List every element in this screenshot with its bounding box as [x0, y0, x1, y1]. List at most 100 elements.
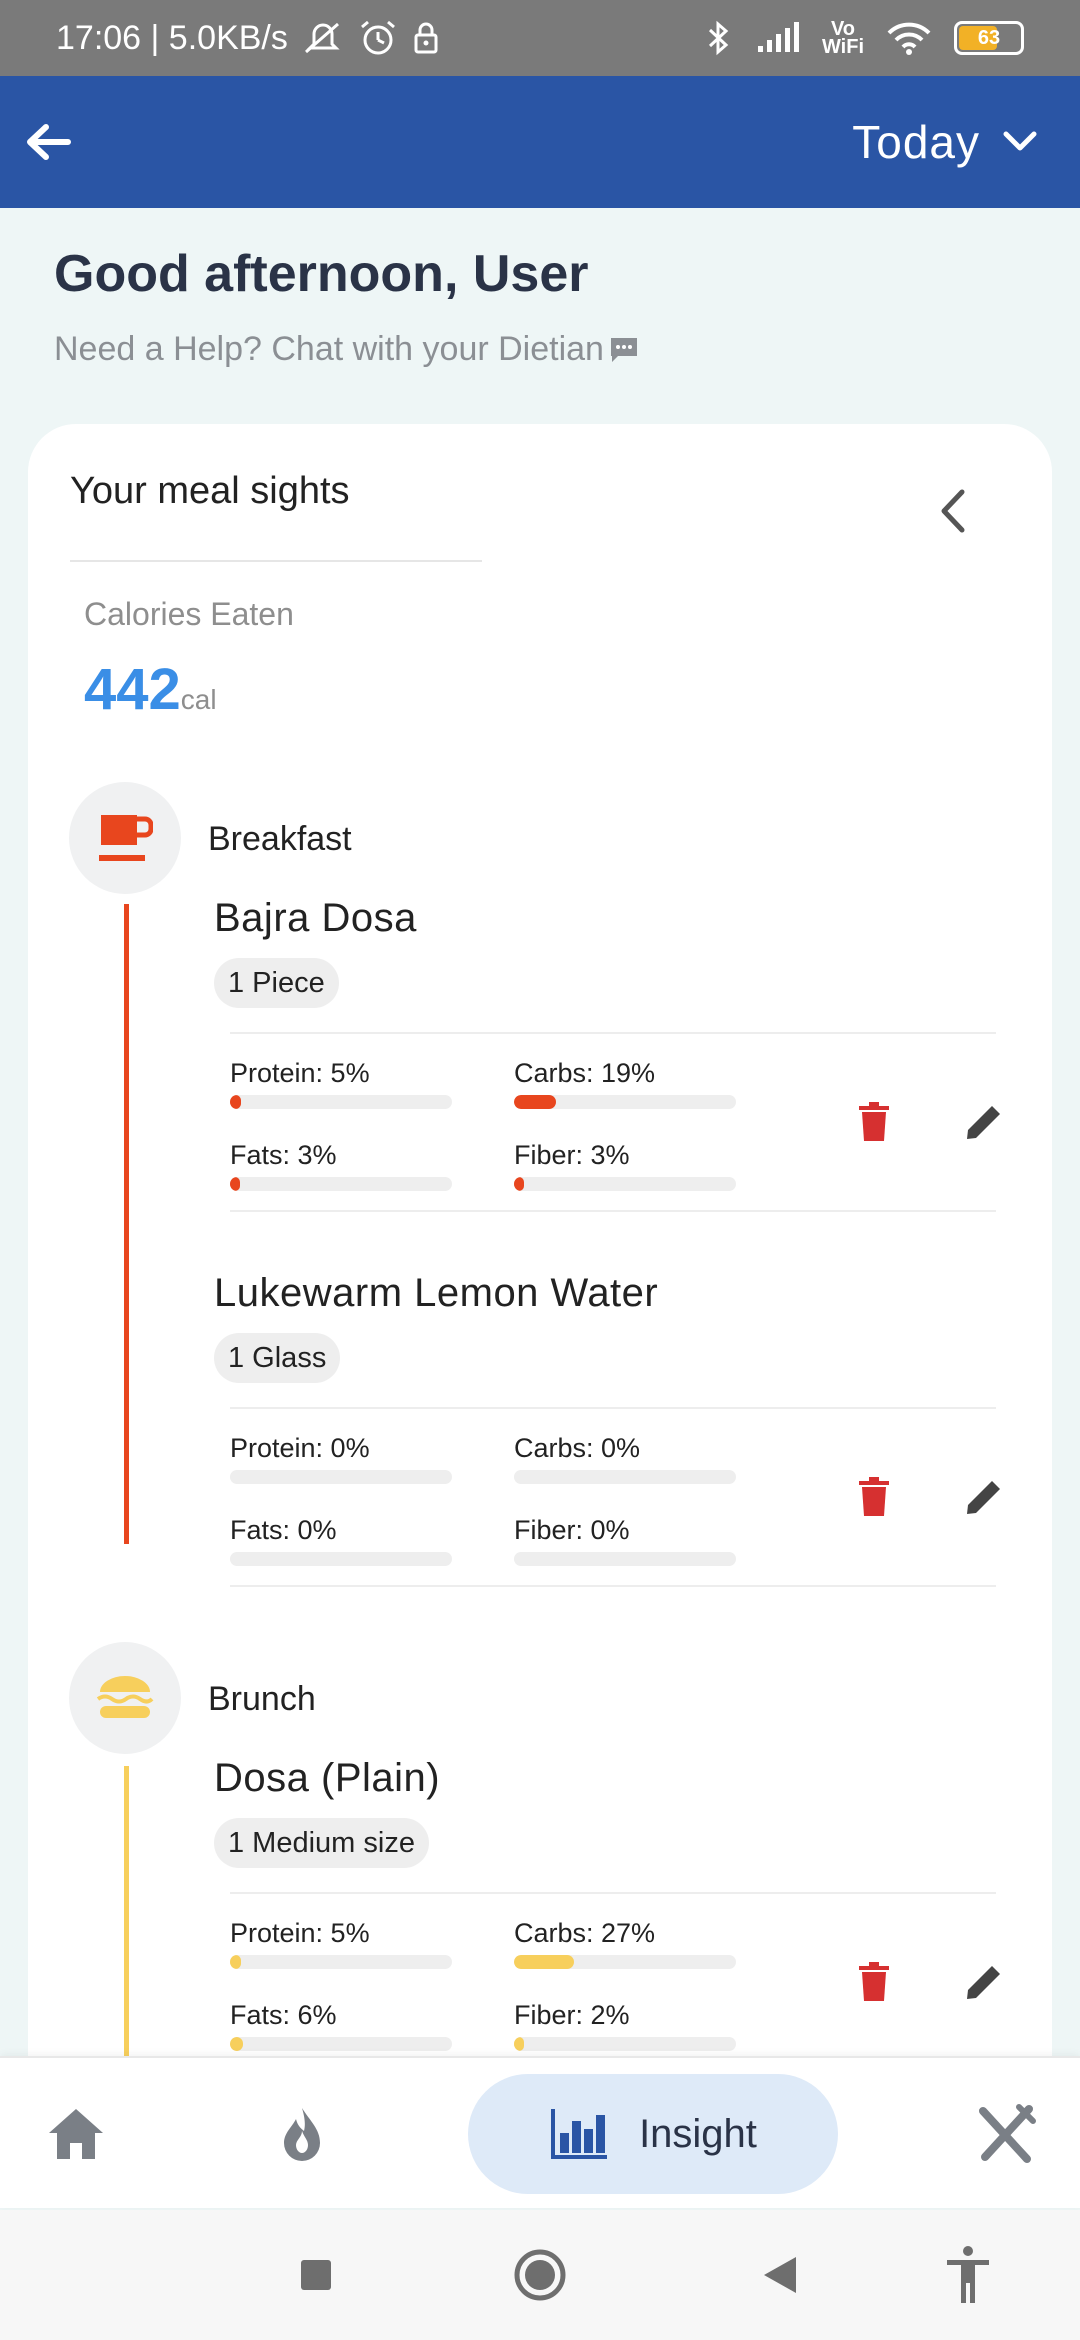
fats-stat: Fats: 0% — [230, 1515, 452, 1566]
back-button[interactable] — [20, 114, 76, 170]
trash-icon — [859, 1962, 889, 2001]
fats-bar — [230, 1552, 452, 1566]
bar-fill — [514, 1955, 574, 1969]
carbs-label: Carbs: 27% — [514, 1918, 656, 1948]
fiber-bar — [514, 1552, 736, 1566]
bar-fill — [514, 1095, 557, 1109]
fiber-bar — [514, 2037, 736, 2051]
recents-button[interactable] — [276, 2210, 356, 2340]
fiber-stat: Fiber: 2% — [514, 2000, 736, 2051]
nav-insight-label: Insight — [639, 2111, 757, 2156]
system-navigation — [0, 2210, 1080, 2340]
fork-knife-icon — [979, 2104, 1036, 2163]
status-time: 17:06 | 5.0KB/s — [56, 18, 288, 57]
bluetooth-icon — [704, 19, 734, 57]
fiber-stat: Fiber: 3% — [514, 1140, 736, 1191]
protein-bar — [230, 1955, 452, 1969]
pencil-icon — [967, 1478, 1003, 1514]
protein-stat: Protein: 5% — [230, 1918, 452, 1969]
divider — [70, 560, 482, 562]
brunch-icon-circle — [69, 1642, 181, 1754]
nav-home[interactable] — [36, 2058, 116, 2210]
calories-unit: cal — [180, 684, 217, 715]
mute-icon — [302, 20, 344, 56]
quantity-pill: 1 Glass — [214, 1333, 341, 1383]
bar-fill — [230, 1177, 240, 1191]
nutrition-panel: Protein: 5% Carbs: 19% Fats: 3% Fiber: 3… — [230, 1032, 1003, 1212]
food-name: Dosa (Plain) — [214, 1756, 441, 1800]
trash-icon — [859, 1477, 889, 1516]
lock-icon — [412, 20, 440, 56]
bar-fill — [514, 1177, 524, 1191]
home-icon — [49, 2109, 103, 2159]
date-filter-dropdown[interactable]: Today — [852, 115, 1060, 169]
home-system-button[interactable] — [500, 2210, 580, 2340]
protein-stat: Protein: 5% — [230, 1058, 452, 1109]
bar-fill — [230, 2037, 244, 2051]
protein-stat: Protein: 0% — [230, 1433, 452, 1484]
delete-button[interactable] — [846, 1469, 902, 1525]
chevron-left-icon — [941, 489, 965, 533]
card-title: Your meal sights — [70, 470, 350, 512]
fats-bar — [230, 1177, 452, 1191]
calories-number: 442 — [84, 657, 181, 722]
edit-button[interactable] — [956, 1469, 1012, 1525]
square-icon — [301, 2260, 331, 2290]
triangle-back-icon — [764, 2257, 796, 2293]
trash-icon — [859, 1102, 889, 1141]
bar-fill — [230, 1095, 242, 1109]
circle-home-icon — [514, 2249, 566, 2301]
meal-label-breakfast: Breakfast — [208, 820, 352, 858]
bar-fill — [230, 1955, 242, 1969]
bar-chart-icon — [551, 2109, 608, 2159]
edit-button[interactable] — [956, 1954, 1012, 2010]
nutrition-panel: Protein: 5% Carbs: 27% Fats: 6% Fiber: 2… — [230, 1892, 1003, 2072]
back-system-button[interactable] — [740, 2210, 820, 2340]
fiber-bar — [514, 1177, 736, 1191]
pencil-icon — [967, 1963, 1003, 1999]
protein-label: Protein: 5% — [230, 1058, 370, 1088]
breakfast-icon-circle — [69, 782, 181, 894]
protein-label: Protein: 5% — [230, 1918, 370, 1948]
carbs-stat: Carbs: 27% — [514, 1918, 736, 1969]
protein-bar — [230, 1095, 452, 1109]
accessibility-icon — [947, 2246, 989, 2303]
meal-label-brunch: Brunch — [208, 1680, 316, 1718]
chevron-down-icon — [1003, 131, 1037, 151]
edit-button[interactable] — [956, 1094, 1012, 1150]
delete-button[interactable] — [846, 1094, 902, 1150]
calories-label: Calories Eaten — [84, 596, 294, 632]
quantity-pill: 1 Piece — [214, 958, 339, 1008]
carbs-bar — [514, 1955, 736, 1969]
protein-label: Protein: 0% — [230, 1433, 370, 1463]
greeting-title: Good afternoon, User — [54, 245, 589, 303]
app-bar: Today — [0, 76, 1080, 208]
nav-dining[interactable] — [966, 2058, 1046, 2210]
burger-icon — [96, 1676, 154, 1718]
nutrition-panel: Protein: 0% Carbs: 0% Fats: 0% Fiber: 0% — [230, 1407, 1003, 1587]
collapse-button[interactable] — [928, 486, 978, 536]
nav-insight[interactable]: Insight — [468, 2074, 838, 2194]
delete-button[interactable] — [846, 1954, 902, 2010]
wifi-icon — [886, 21, 932, 55]
pencil-icon — [967, 1103, 1003, 1139]
fats-stat: Fats: 6% — [230, 2000, 452, 2051]
nav-calories[interactable] — [262, 2058, 342, 2210]
calories-value: 442 cal — [84, 656, 217, 723]
date-filter-label: Today — [852, 116, 980, 168]
protein-bar — [230, 1470, 452, 1484]
carbs-bar — [514, 1095, 736, 1109]
alarm-icon — [358, 19, 398, 57]
fiber-label: Fiber: 0% — [514, 1515, 630, 1545]
fiber-label: Fiber: 3% — [514, 1140, 630, 1170]
coffee-cup-icon — [99, 815, 153, 861]
meal-sights-card: Your meal sights Calories Eaten 442 cal … — [28, 424, 1052, 2166]
flame-icon — [284, 2108, 320, 2161]
vowifi-indicator: Vo WiFi — [821, 18, 864, 58]
bottom-navigation: Insight — [0, 2056, 1080, 2208]
accessibility-button[interactable] — [928, 2210, 1008, 2340]
dietitian-chat-link[interactable]: Need a Help? Chat with your Dietian — [54, 330, 640, 369]
arrow-left-icon — [27, 124, 71, 160]
breakfast-timeline — [124, 904, 129, 1544]
help-text: Need a Help? Chat with your Dietian — [54, 330, 604, 368]
